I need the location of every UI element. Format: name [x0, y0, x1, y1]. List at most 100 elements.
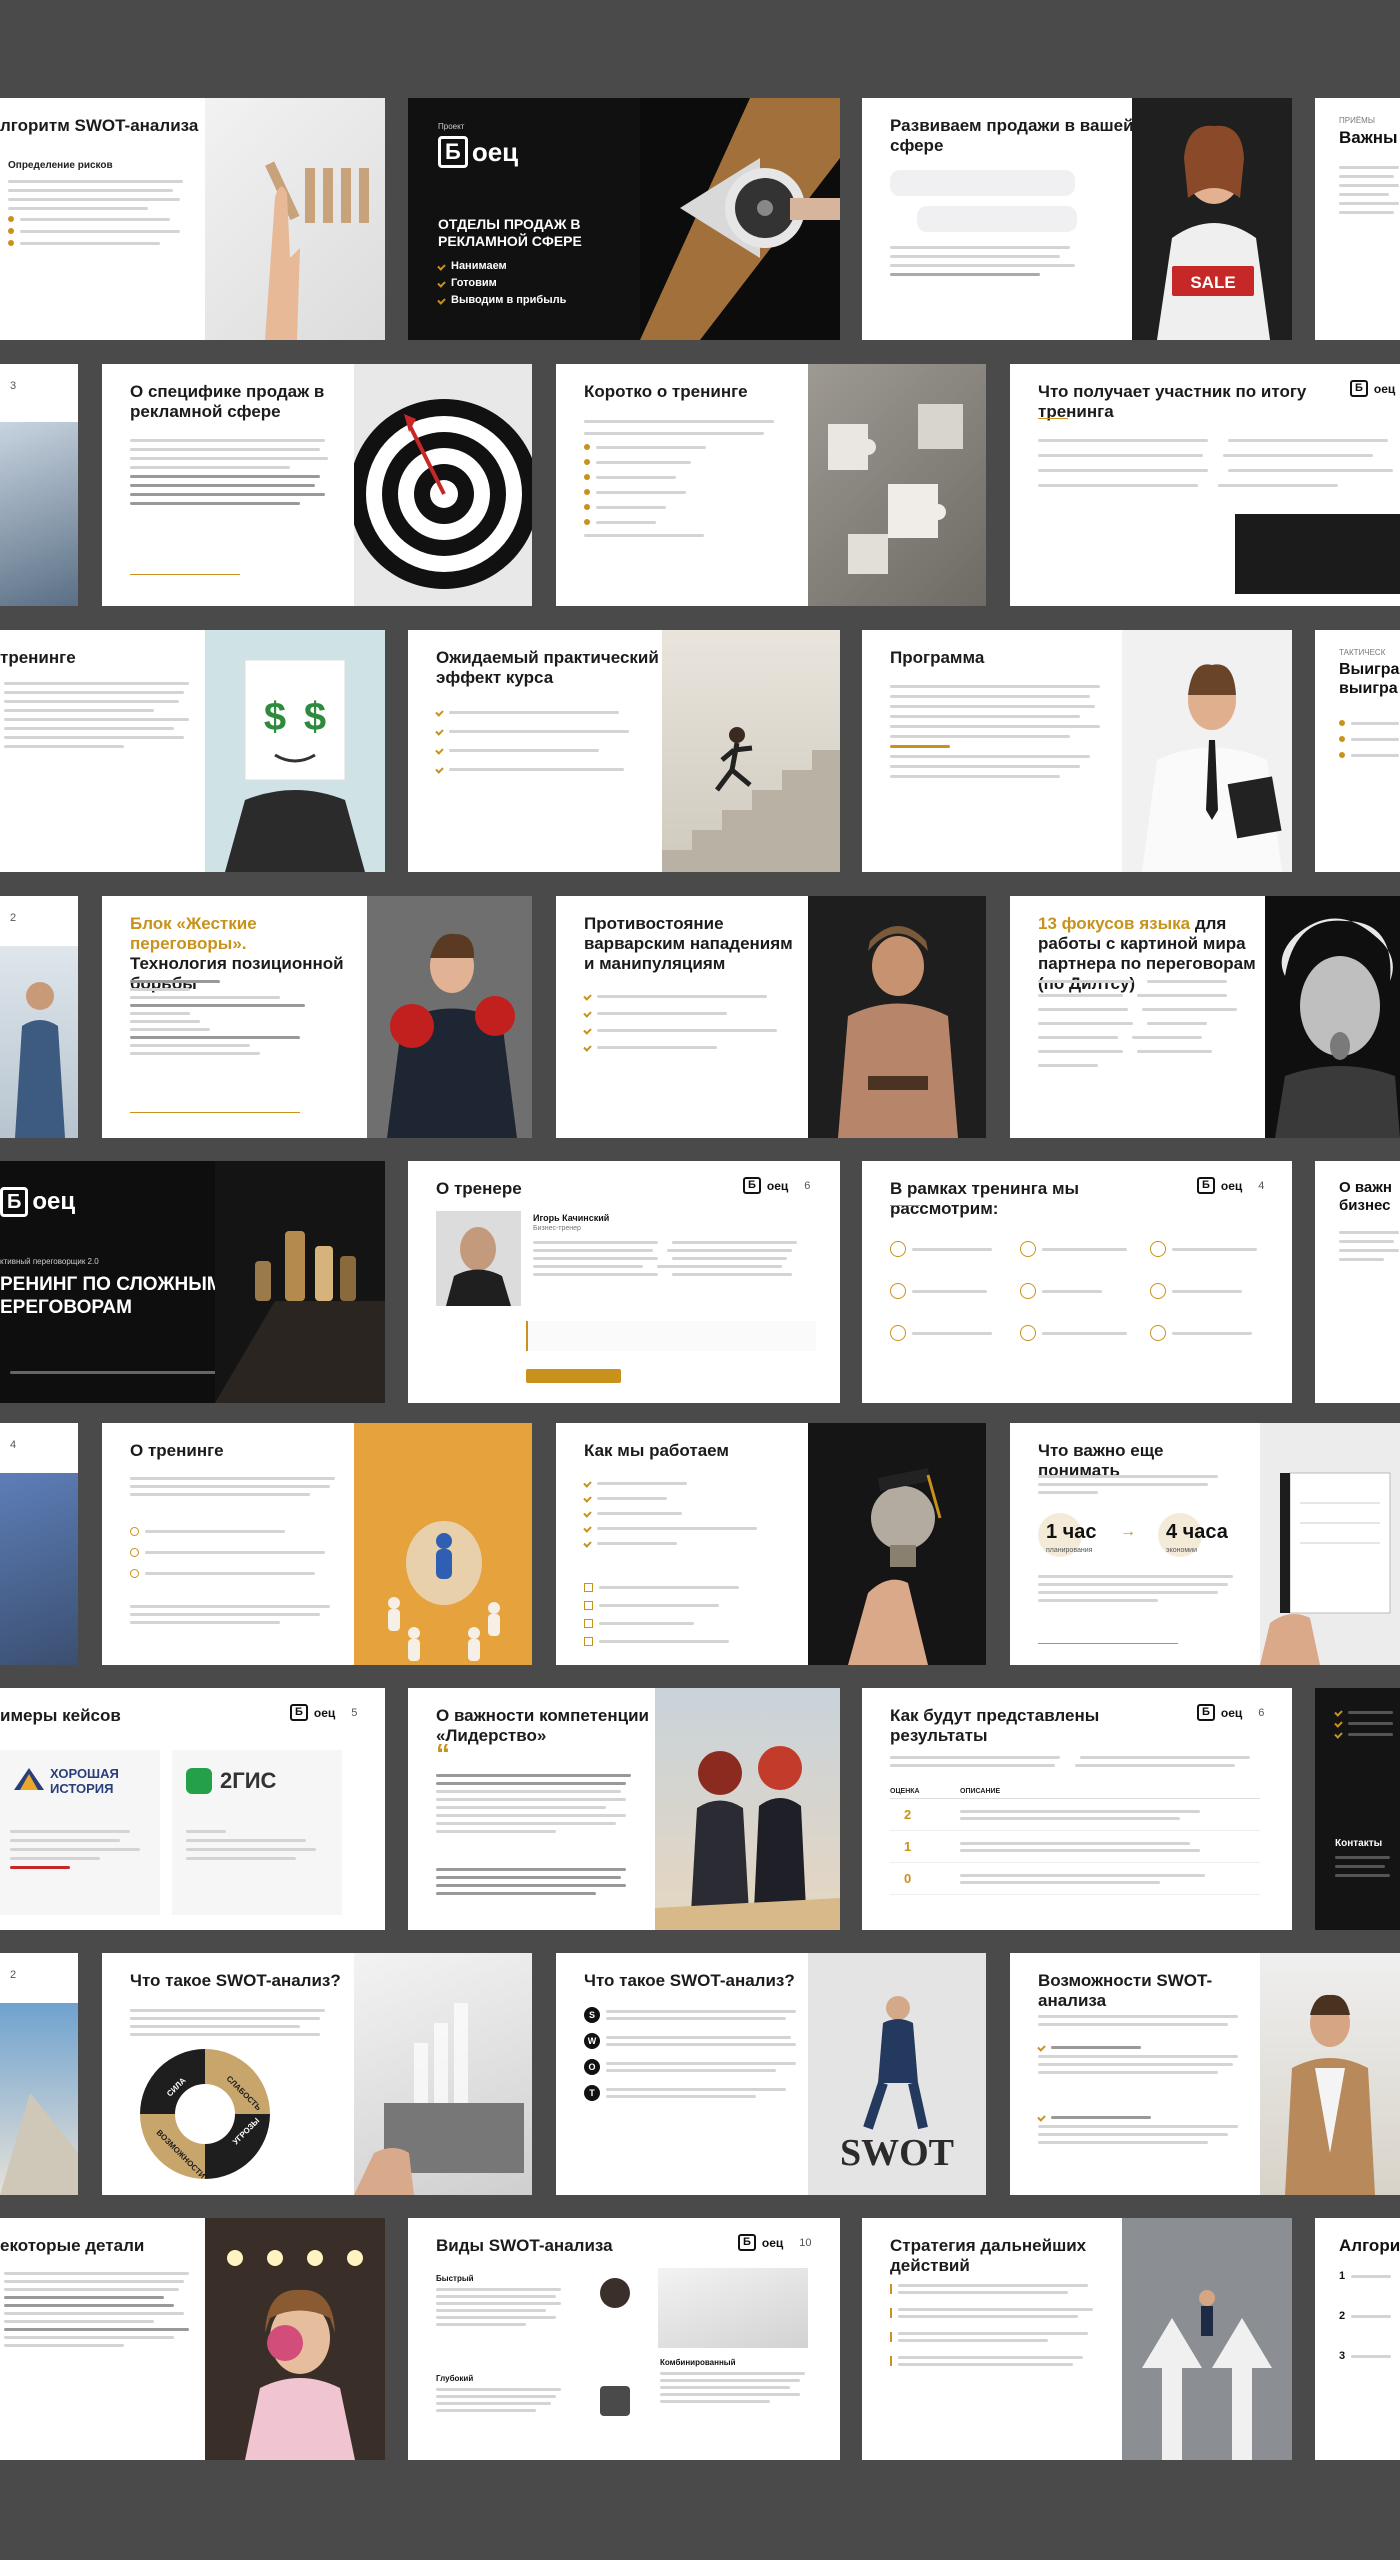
- slide-row-7: имеры кейсов Боец 5 ХОРОШАЯ ИСТОРИЯ 2ГИС …: [0, 1688, 1400, 1930]
- barbarian-photo: [808, 896, 986, 1138]
- program-list: [890, 685, 1105, 778]
- question-icon: [130, 1569, 139, 1578]
- slide-participant-gets[interactable]: Что получает участник по итогу тренинга …: [1010, 364, 1400, 606]
- slide-title: екоторые детали: [0, 2236, 145, 2255]
- topic-icon: [890, 1325, 906, 1341]
- chess-pieces-photo: [215, 1161, 385, 1403]
- slide-logo: Боец 10: [738, 2234, 812, 2251]
- slide-presenter[interactable]: 2: [0, 896, 78, 1138]
- text-block: [890, 1756, 1260, 1767]
- swot-letter-item: W: [584, 2033, 796, 2049]
- slide-leadership[interactable]: О важности компетенции «Лидерство» Боец3…: [408, 1688, 840, 1930]
- score-value: 0: [904, 1871, 912, 1886]
- slide-case-examples[interactable]: имеры кейсов Боец 5 ХОРОШАЯ ИСТОРИЯ 2ГИС: [0, 1688, 385, 1930]
- slide-results[interactable]: Как будут представлены результаты Боец 6 …: [862, 1688, 1292, 1930]
- text-block: [1334, 1708, 1395, 1739]
- helmets-photo: [655, 1688, 840, 1930]
- arrow-right-icon: →: [1120, 1523, 1136, 1540]
- slide-what-is-swot-wheel[interactable]: Что такое SWOT-анализ? Боец2 СИЛА СЛАБОС…: [102, 1953, 532, 2195]
- type-description: [436, 2388, 566, 2412]
- swot-letter-item: S: [584, 2007, 796, 2023]
- brand-mark: Б: [0, 1187, 29, 1217]
- topic-icon: [1020, 1241, 1036, 1257]
- slide-training-brief[interactable]: Коротко о тренинге Боец2: [556, 364, 986, 606]
- slide-ad-sales-specifics[interactable]: О специфике продаж в рекламной сфере Бое…: [102, 364, 532, 606]
- slide-develop-sales[interactable]: Развиваем продажи в вашей сфере Боец2 SA…: [862, 98, 1292, 340]
- trainer-role: Бизнес-тренер: [533, 1225, 581, 1232]
- text-block: [130, 439, 330, 505]
- score-value: 2: [904, 1807, 912, 1822]
- slide-swot-opportunities[interactable]: Возможности SWOT-анализа Боец4: [1010, 1953, 1400, 2195]
- slide-project-cover[interactable]: Проект Боец ОТДЕЛЫ ПРОДАЖ В РЕКЛАМНОЙ СФ…: [408, 98, 840, 340]
- slide-swot-algorithm[interactable]: лгоритм SWOT-анализа Боец14 Определение …: [0, 98, 385, 340]
- quote-icon: “: [436, 1738, 450, 1769]
- divider: [1038, 418, 1068, 419]
- svg-text:$: $: [304, 695, 326, 739]
- slide-title: Противостояние варварским нападениям и м…: [584, 914, 793, 973]
- slide-logo: Боец6: [743, 1177, 810, 1194]
- topic-icon: [890, 1241, 906, 1257]
- type-description: [660, 2372, 810, 2403]
- cover-list-item: Готовим: [437, 277, 566, 289]
- slide-barbarian-tactics[interactable]: Противостояние варварским нападениям и м…: [556, 896, 986, 1138]
- slide-row-6: 4 О тренинге Боец2 Как мы: [0, 1423, 1400, 1665]
- work-steps: [583, 1479, 784, 1548]
- brand-mark: Б: [438, 136, 468, 168]
- slide-important-partial[interactable]: ПРИЁМЫ Важны: [1315, 98, 1400, 340]
- slide-title: О тренинге: [130, 1441, 224, 1460]
- slide-logo: Боец: [1350, 380, 1395, 397]
- table-row: 0: [890, 1863, 1260, 1895]
- slide-what-is-swot-letters[interactable]: Что такое SWOT-анализ? Боец3 S W O T SWO…: [556, 1953, 986, 2195]
- slide-handshake[interactable]: 3: [0, 364, 78, 606]
- girl-mirror-photo: [205, 2218, 385, 2460]
- stat-icon: [584, 1637, 593, 1646]
- slide-expected-effect[interactable]: Ожидаемый практический эффект курса Боец…: [408, 630, 840, 872]
- slide-importance-partial[interactable]: О важн бизнес: [1315, 1161, 1400, 1403]
- type-title: Глубокий: [436, 2374, 474, 2383]
- case-card[interactable]: 2ГИС: [172, 1750, 342, 1915]
- sale-sign: SALE: [1190, 273, 1235, 292]
- case-card[interactable]: ХОРОШАЯ ИСТОРИЯ: [0, 1750, 160, 1915]
- slide-strategy[interactable]: Стратегия дальнейших действий Боец18: [862, 2218, 1292, 2460]
- slide-mountain[interactable]: 2: [0, 1953, 78, 2195]
- figurines-photo: [354, 1423, 532, 1665]
- slide-about-training[interactable]: О тренинге Боец2: [102, 1423, 532, 1665]
- table-row: 2: [890, 1799, 1260, 1831]
- slide-swot-types[interactable]: Виды SWOT-анализа Боец 10 Быстрый Глубоки…: [408, 2218, 840, 2460]
- case-details: [186, 1830, 326, 1860]
- text-block: [436, 1868, 636, 1895]
- slide-algorithm-partial[interactable]: Алгори 1 2 3: [1315, 2218, 1400, 2460]
- question-list: [130, 1527, 340, 1578]
- clock-icon: [600, 2278, 630, 2308]
- slide-title: Коротко о тренинге: [584, 382, 748, 401]
- trainer-name: Игорь Качинский: [533, 1213, 610, 1223]
- slide-positional-struggle[interactable]: Блок «Жесткие переговоры». Технология поз…: [102, 896, 532, 1138]
- slide-desk-work[interactable]: 4: [0, 1423, 78, 1665]
- opportunity-item: [1037, 2043, 1248, 2074]
- slide-program[interactable]: Программа Боец4: [862, 630, 1292, 872]
- einstein-photo: [1265, 896, 1400, 1138]
- algorithm-step: 2: [1339, 2310, 1392, 2322]
- text-block: [1038, 1575, 1238, 1602]
- slide-contacts-partial[interactable]: Контакты: [1315, 1688, 1400, 1930]
- slide-about-training-money[interactable]: тренинге Боец2 $ $: [0, 630, 385, 872]
- megaphone-photo: [640, 98, 840, 340]
- strategy-steps: [890, 2284, 1100, 2366]
- slide-title: тренинге: [0, 648, 76, 667]
- more-info-button[interactable]: [526, 1369, 621, 1383]
- topic-icon: [1150, 1241, 1166, 1257]
- slide-some-details[interactable]: екоторые детали Боец5: [0, 2218, 385, 2460]
- slide-training-topics[interactable]: В рамках тренинга мы рассмотрим: Боец 4: [862, 1161, 1292, 1403]
- slide-chess-cover[interactable]: Боец ктивный переговорщик 2.0 РЕНИНГ ПО …: [0, 1161, 385, 1403]
- slide-about-trainer[interactable]: О тренере Боец 6 Игорь Качинский Бизнес-т…: [408, 1161, 840, 1403]
- trainer-photo: [436, 1211, 521, 1306]
- slide-label: ПРИЁМЫ: [1339, 116, 1375, 125]
- slide-tactics-partial[interactable]: ТАКТИЧЕСК Выигра выигра: [1315, 630, 1400, 872]
- slide-title: Что такое SWOT-анализ?: [584, 1971, 795, 1990]
- slide-row-5: Боец ктивный переговорщик 2.0 РЕНИНГ ПО …: [0, 1161, 1400, 1403]
- slide-language-tricks[interactable]: 13 фокусов языка для работы с картиной м…: [1010, 896, 1400, 1138]
- slide-how-we-work[interactable]: Как мы работаем Боец5: [556, 1423, 986, 1665]
- slide-important-understand[interactable]: Что важно еще понимать Боец 1 час планир…: [1010, 1423, 1400, 1665]
- divider: [1038, 1643, 1178, 1644]
- slides-mosaic: лгоритм SWOT-анализа Боец 1 4 Определение …: [0, 0, 1400, 2560]
